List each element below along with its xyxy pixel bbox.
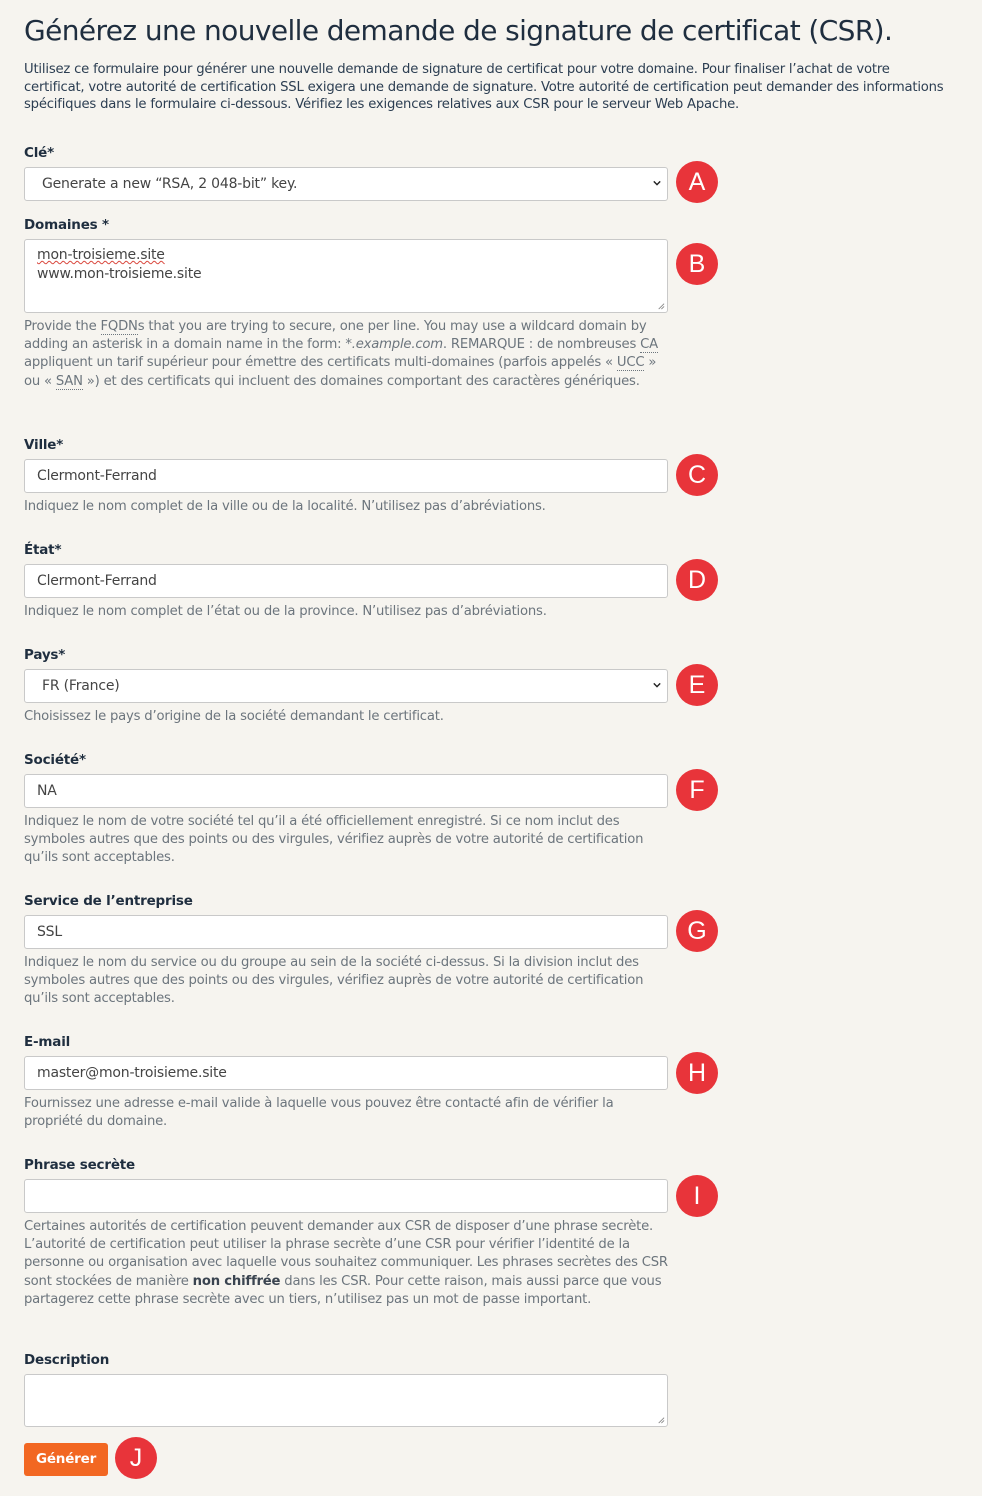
- marker-d: D: [676, 559, 718, 601]
- marker-i: I: [676, 1175, 718, 1217]
- description-textarea[interactable]: [24, 1374, 668, 1427]
- help-bold: non chiffrée: [192, 1273, 281, 1289]
- marker-b: B: [676, 243, 718, 285]
- chevron-down-icon: [653, 682, 661, 688]
- department-help: Indiquez le nom du service ou du groupe …: [24, 955, 644, 1007]
- help-text: ») et des certificats qui incluent des d…: [82, 373, 640, 389]
- country-label: Pays*: [24, 647, 66, 663]
- help-text: appliquent un tarif supérieur pour émett…: [24, 355, 617, 371]
- domains-label: Domaines *: [24, 217, 109, 233]
- country-select-value: FR (France): [42, 678, 120, 694]
- state-help: Indiquez le nom complet de l’état ou de …: [24, 604, 547, 619]
- marker-c: C: [676, 454, 718, 496]
- city-input[interactable]: Clermont-Ferrand: [24, 459, 668, 493]
- fqdn-abbr: FQDN: [100, 319, 138, 335]
- ca-abbr: CA: [640, 337, 658, 354]
- marker-f: F: [676, 769, 718, 811]
- key-select[interactable]: Generate a new “RSA, 2 048-bit” key.: [24, 167, 668, 201]
- help-text: . REMARQUE : de nombreuses: [442, 337, 641, 353]
- intro-text: Utilisez ce formulaire pour générer une …: [24, 62, 944, 112]
- domains-help: Provide the FQDNs that you are trying to…: [24, 318, 674, 391]
- resize-grip-icon[interactable]: [656, 301, 665, 310]
- domain-line: mon-troisieme.site: [37, 247, 165, 263]
- domains-textarea[interactable]: mon-troisieme.site www.mon-troisieme.sit…: [24, 239, 668, 313]
- state-label: État*: [24, 542, 62, 558]
- chevron-down-icon: [653, 180, 661, 186]
- department-input[interactable]: SSL: [24, 915, 668, 949]
- page-title: Générez une nouvelle demande de signatur…: [24, 14, 893, 47]
- help-text: Provide the: [24, 319, 101, 334]
- marker-a: A: [676, 161, 718, 203]
- country-select[interactable]: FR (France): [24, 669, 668, 703]
- marker-h: H: [676, 1052, 718, 1094]
- company-label: Société*: [24, 752, 86, 768]
- email-label: E-mail: [24, 1034, 71, 1050]
- marker-g: G: [676, 910, 718, 952]
- key-label: Clé*: [24, 145, 54, 161]
- example-domain: *.example.com: [345, 337, 443, 353]
- company-input[interactable]: NA: [24, 774, 668, 808]
- resize-grip-icon[interactable]: [656, 1415, 665, 1424]
- description-label: Description: [24, 1352, 110, 1368]
- generate-button[interactable]: Générer: [24, 1443, 108, 1476]
- city-help: Indiquez le nom complet de la ville ou d…: [24, 499, 546, 514]
- marker-e: E: [676, 664, 718, 706]
- state-input[interactable]: Clermont-Ferrand: [24, 564, 668, 598]
- passphrase-label: Phrase secrète: [24, 1157, 135, 1173]
- department-label: Service de l’entreprise: [24, 893, 193, 909]
- country-help: Choisissez le pays d’origine de la socié…: [24, 709, 444, 724]
- company-help: Indiquez le nom de votre société tel qu’…: [24, 814, 644, 866]
- email-help: Fournissez une adresse e-mail valide à l…: [24, 1096, 614, 1130]
- email-input[interactable]: master@mon-troisieme.site: [24, 1056, 668, 1090]
- key-select-value: Generate a new “RSA, 2 048-bit” key.: [42, 176, 298, 192]
- domain-line: www.mon-troisieme.site: [37, 266, 202, 282]
- ucc-abbr: UCC: [616, 355, 645, 372]
- passphrase-help: Certaines autorités de certification peu…: [24, 1218, 674, 1309]
- city-label: Ville*: [24, 437, 64, 453]
- marker-j: J: [115, 1437, 157, 1479]
- san-abbr: SAN: [55, 373, 83, 390]
- passphrase-input[interactable]: [24, 1179, 668, 1213]
